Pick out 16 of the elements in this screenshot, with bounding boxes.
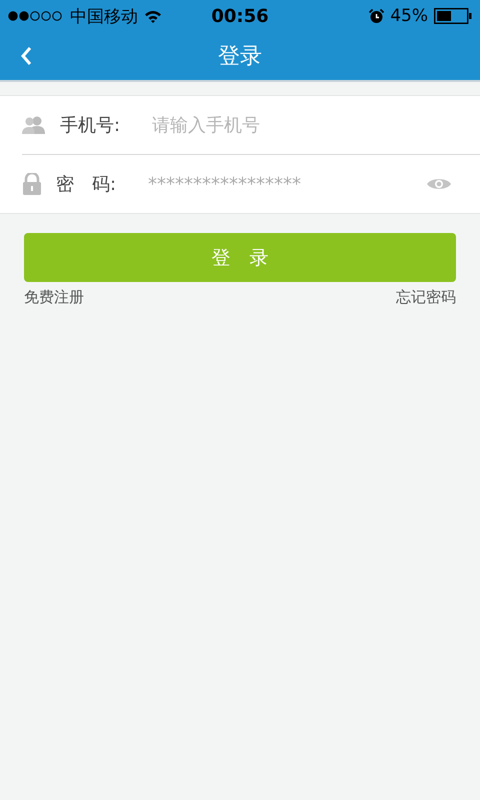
people-icon: [22, 116, 46, 134]
lock-icon: [22, 173, 42, 195]
back-icon[interactable]: [20, 46, 32, 66]
signal-icon: [8, 11, 64, 21]
battery-icon: [434, 8, 472, 24]
battery-percent: 45%: [390, 6, 428, 26]
phone-field[interactable]: 请输入手机号: [150, 114, 452, 136]
page-title: 登录: [218, 43, 262, 71]
carrier-name: 中国移动: [70, 6, 138, 28]
field-label: 手机号:: [60, 114, 122, 137]
register-link[interactable]: 免费注册: [24, 288, 84, 307]
field-label: 密 码:: [56, 173, 118, 196]
clock-time: 00:56: [211, 6, 269, 26]
forgot-password-link[interactable]: 忘记密码: [396, 288, 456, 307]
alarm-icon: [369, 8, 384, 24]
wifi-icon: [144, 10, 162, 22]
